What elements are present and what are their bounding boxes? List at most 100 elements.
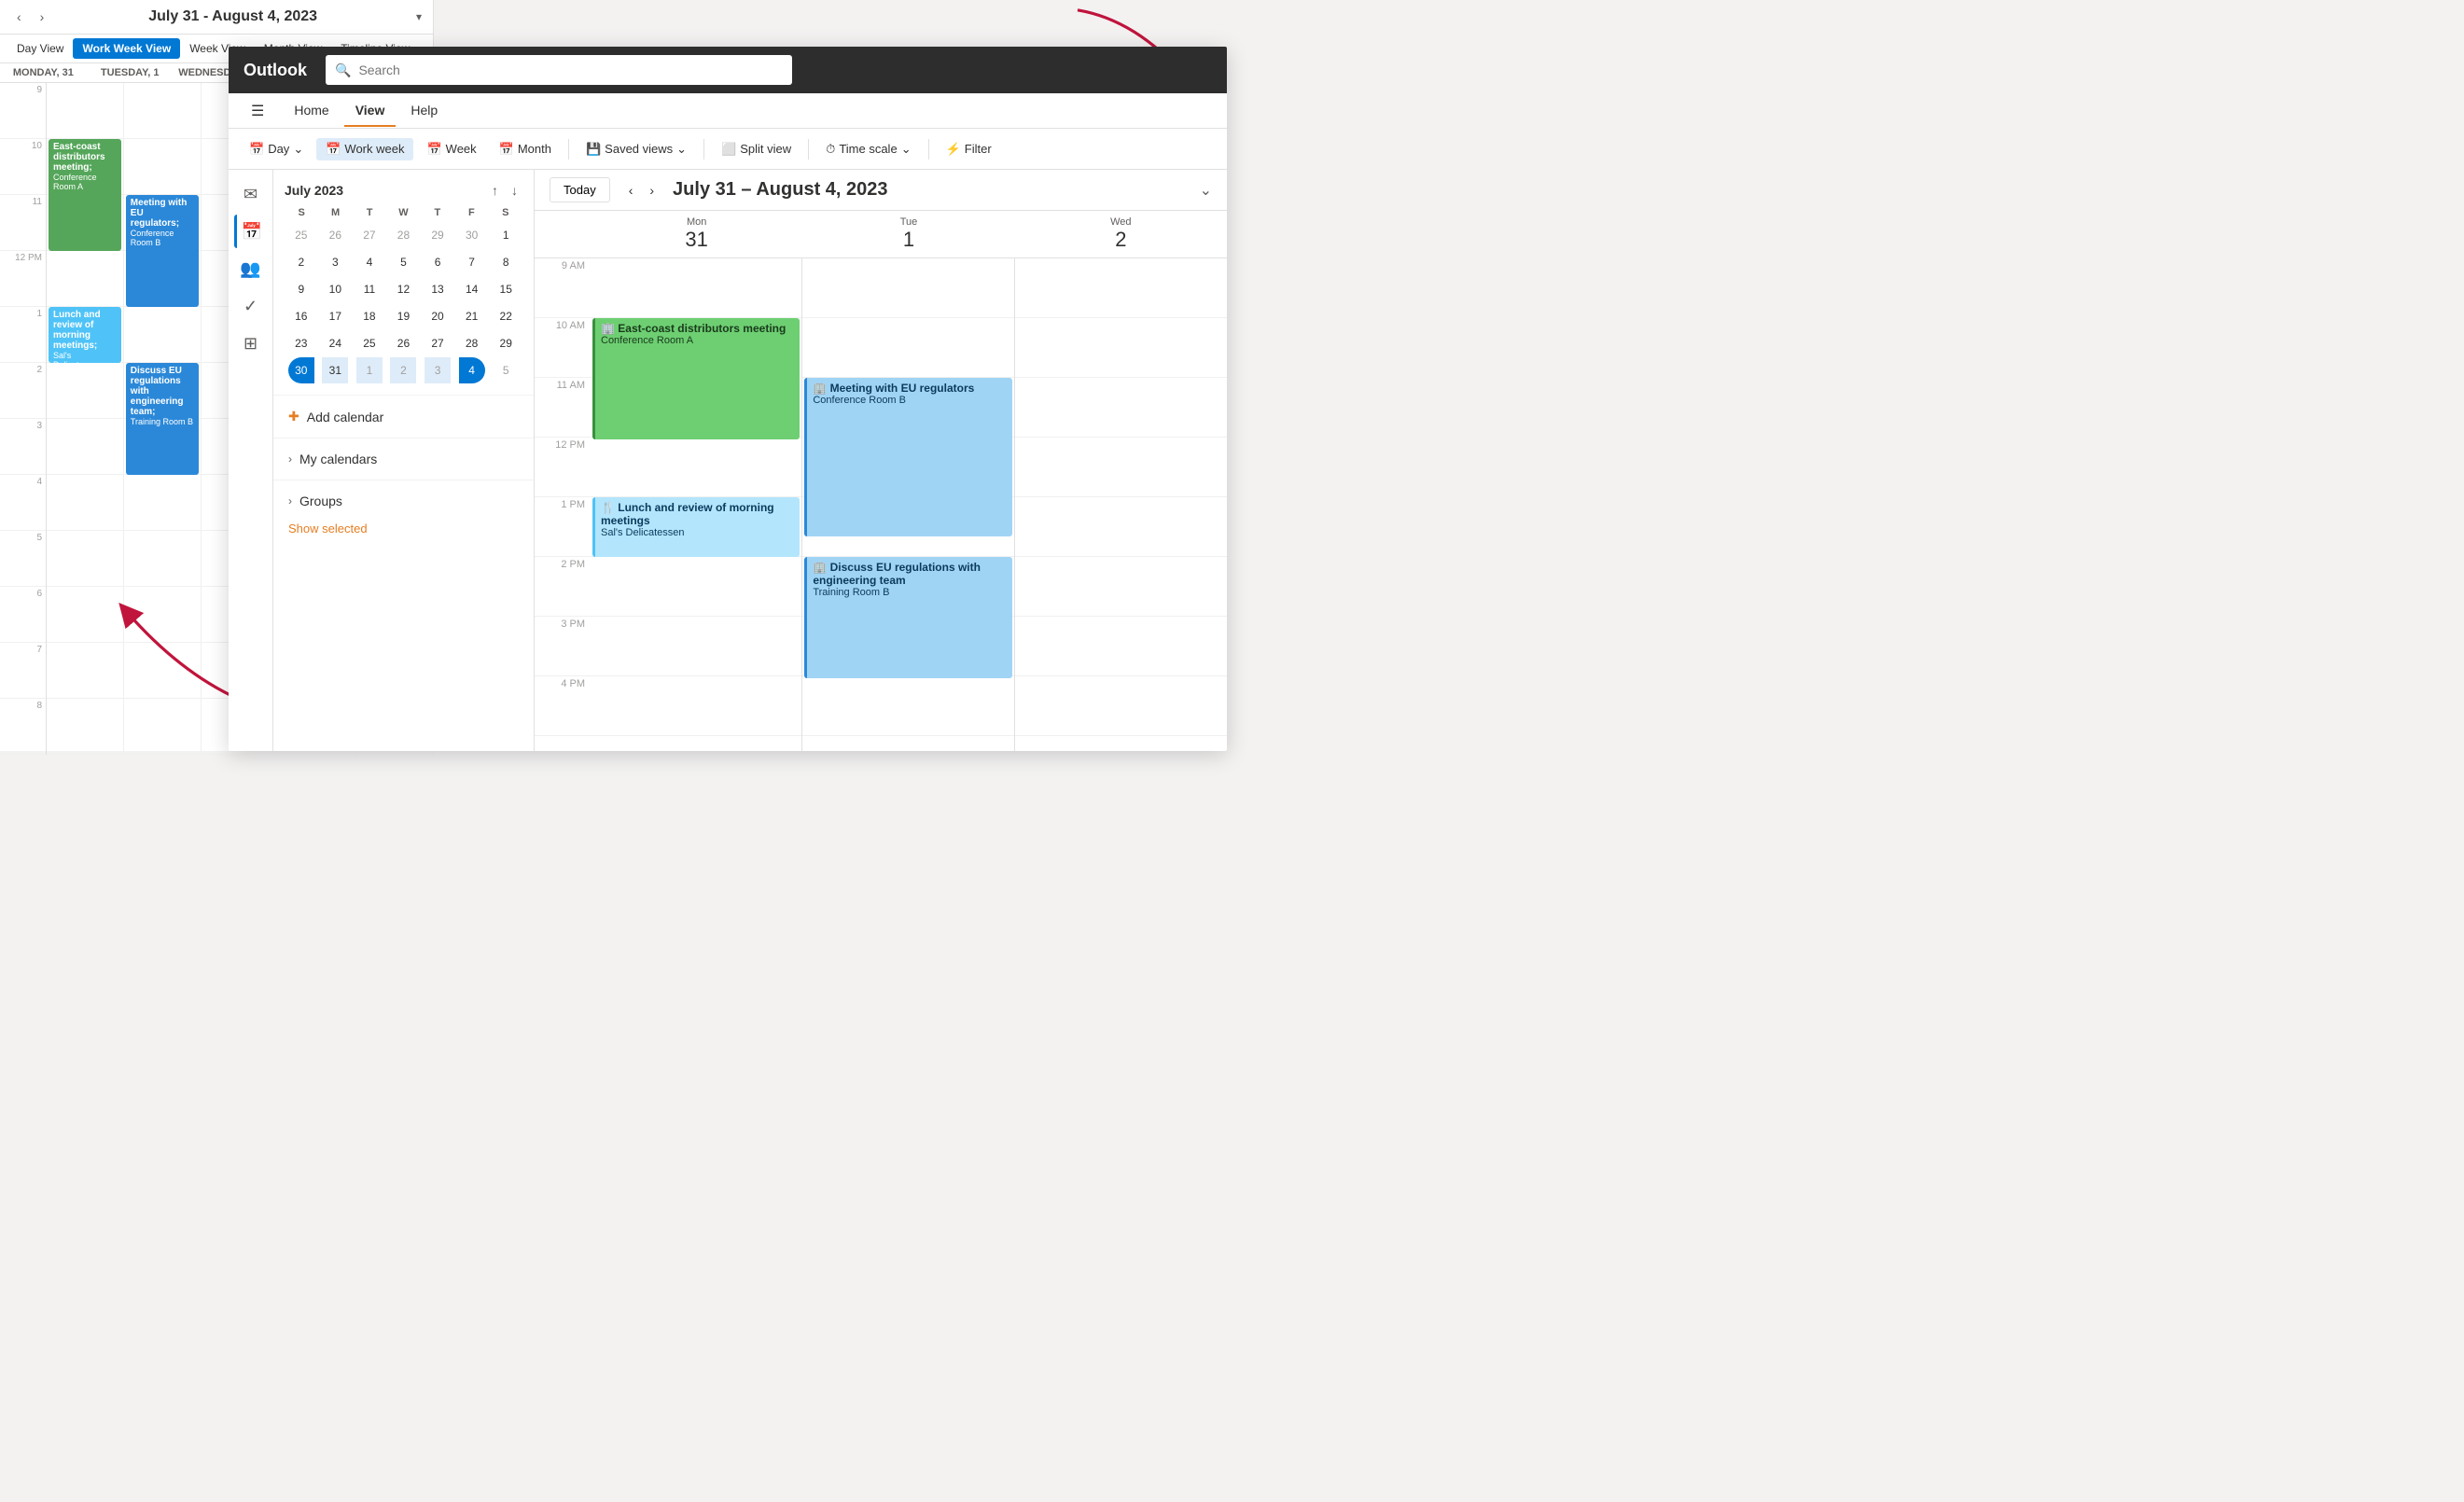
mini-day[interactable]: 26 (322, 222, 348, 248)
mini-day[interactable]: 21 (459, 303, 485, 329)
mini-day[interactable]: 11 (356, 276, 383, 302)
hamburger-button[interactable]: ☰ (244, 98, 271, 124)
mini-day[interactable]: 18 (356, 303, 383, 329)
cal-date-dropdown-icon[interactable]: ⌄ (1200, 181, 1212, 200)
mini-day-range-end[interactable]: 4 (459, 357, 485, 383)
today-button[interactable]: Today (550, 177, 610, 202)
search-input[interactable] (358, 63, 783, 77)
calendar-icon: 📅 (249, 142, 264, 157)
mini-day[interactable]: 2 (288, 249, 314, 275)
cal-event-eu-engineering[interactable]: 🏢 Discuss EU regulations with engineerin… (804, 557, 1011, 678)
mini-day[interactable]: 17 (322, 303, 348, 329)
bg-cal-dropdown-icon[interactable]: ▾ (416, 10, 422, 23)
bg-event-lunch[interactable]: Lunch and review of morning meetings; Sa… (49, 307, 121, 363)
mini-day[interactable]: 6 (425, 249, 451, 275)
mini-day[interactable]: 30 (459, 222, 485, 248)
mini-day-aug2[interactable]: 2 (390, 357, 416, 383)
splitview-icon: ⬜ (721, 142, 736, 157)
cal-event-lunch[interactable]: 🍴 Lunch and review of morning meetings S… (592, 497, 800, 557)
mini-day[interactable]: 8 (493, 249, 519, 275)
sidebar-icon-people[interactable]: 👥 (234, 252, 268, 285)
bg-event-eu-engineering[interactable]: Discuss EU regulations with engineering … (126, 363, 199, 475)
cal-day-header-tue: Tue 1 (802, 211, 1014, 257)
cal-prev-btn[interactable]: ‹ (621, 179, 641, 202)
mini-cal-nav[interactable]: ↑ ↓ (487, 181, 522, 200)
tab-work-week-view[interactable]: Work Week View (73, 38, 180, 59)
mini-day[interactable]: 3 (322, 249, 348, 275)
mini-day[interactable]: 16 (288, 303, 314, 329)
mini-day[interactable]: 7 (459, 249, 485, 275)
mini-day[interactable]: 14 (459, 276, 485, 302)
mini-day[interactable]: 26 (390, 330, 416, 356)
bg-event-distributors[interactable]: East-coast distributors meeting; Confere… (49, 139, 121, 251)
mini-day[interactable]: 20 (425, 303, 451, 329)
my-calendars-expand[interactable]: › My calendars (285, 446, 522, 472)
sidebar-icon-calendar[interactable]: 📅 (234, 215, 268, 248)
toolbar-week-btn[interactable]: 📅 Week (417, 138, 485, 160)
mini-cal-up[interactable]: ↑ (487, 181, 503, 200)
mini-day[interactable]: 10 (322, 276, 348, 302)
mini-day-aug3[interactable]: 3 (425, 357, 451, 383)
mini-day[interactable]: 28 (459, 330, 485, 356)
sidebar-icon-apps[interactable]: ⊞ (234, 327, 268, 360)
toolbar-month-btn[interactable]: 📅 Month (490, 138, 561, 160)
cal-event-eu-regulators[interactable]: 🏢 Meeting with EU regulators Conference … (804, 378, 1011, 536)
mini-day[interactable]: 9 (288, 276, 314, 302)
mini-day-range-start[interactable]: 30 (288, 357, 314, 383)
bg-event-eu-regulators[interactable]: Meeting with EU regulators; Conference R… (126, 195, 199, 307)
mini-day[interactable]: 5 (493, 357, 519, 383)
sidebar-icon-mail[interactable]: ✉ (234, 177, 268, 211)
cal-grid: 9 AM 10 AM 11 AM 12 PM 1 PM 2 PM 3 PM 4 … (535, 258, 1227, 751)
mini-day[interactable]: 28 (390, 222, 416, 248)
search-bar[interactable]: 🔍 (326, 55, 792, 85)
mini-day-31[interactable]: 31 (322, 357, 348, 383)
mini-day[interactable]: 27 (425, 330, 451, 356)
add-calendar-item[interactable]: ✚ Add calendar (285, 403, 522, 430)
mini-cal-down[interactable]: ↓ (507, 181, 522, 200)
mini-day[interactable]: 1 (493, 222, 519, 248)
prev-btn[interactable]: ‹ (11, 7, 27, 26)
bg-cal-header: ‹ › July 31 - August 4, 2023 ▾ (0, 0, 433, 35)
mini-day[interactable]: 22 (493, 303, 519, 329)
cal-event-distributors[interactable]: 🏢 East-coast distributors meeting Confer… (592, 318, 800, 439)
toolbar-workweek-btn[interactable]: 📅 Work week (316, 138, 413, 160)
nav-help[interactable]: Help (399, 95, 449, 127)
mini-day[interactable]: 4 (356, 249, 383, 275)
nav-view[interactable]: View (344, 95, 397, 127)
mini-day[interactable]: 24 (322, 330, 348, 356)
mini-day[interactable]: 25 (356, 330, 383, 356)
toolbar-divider-2 (703, 139, 704, 160)
mini-cal-header: July 2023 ↑ ↓ (285, 181, 522, 200)
sidebar-icon-tasks[interactable]: ✓ (234, 289, 268, 323)
tab-day-view[interactable]: Day View (7, 38, 73, 59)
mini-day[interactable]: 19 (390, 303, 416, 329)
bg-cal-nav[interactable]: ‹ › (11, 7, 49, 26)
groups-expand[interactable]: › Groups (285, 488, 522, 514)
mini-day[interactable]: 25 (288, 222, 314, 248)
toolbar-splitview-btn[interactable]: ⬜ Split view (712, 138, 800, 160)
mini-day[interactable]: 29 (493, 330, 519, 356)
next-btn[interactable]: › (35, 7, 50, 26)
cal-time-header-spacer (535, 211, 591, 257)
chevron-down-icon-2: ⌄ (676, 142, 687, 157)
toolbar-timescale-btn[interactable]: ⏱ Time scale ⌄ (816, 138, 920, 160)
toolbar-savedviews-btn[interactable]: 💾 Saved views ⌄ (577, 138, 696, 160)
mini-day[interactable]: 23 (288, 330, 314, 356)
mini-day-aug1[interactable]: 1 (356, 357, 383, 383)
mini-day[interactable]: 12 (390, 276, 416, 302)
bg-cal-title: July 31 - August 4, 2023 (148, 8, 317, 25)
chevron-right-icon: › (288, 452, 292, 466)
cal-next-btn[interactable]: › (642, 179, 661, 202)
nav-home[interactable]: Home (283, 95, 340, 127)
mini-day[interactable]: 29 (425, 222, 451, 248)
mini-day[interactable]: 13 (425, 276, 451, 302)
cal-nav-row: Today ‹ › July 31 – August 4, 2023 ⌄ (535, 170, 1227, 211)
mini-day[interactable]: 5 (390, 249, 416, 275)
toolbar-day-btn[interactable]: 📅 Day ⌄ (240, 138, 313, 160)
mini-cal-title[interactable]: July 2023 (285, 183, 343, 198)
add-calendar-icon: ✚ (288, 409, 299, 424)
mini-day[interactable]: 15 (493, 276, 519, 302)
mini-day[interactable]: 27 (356, 222, 383, 248)
toolbar-filter-btn[interactable]: ⚡ Filter (937, 138, 1001, 160)
show-selected-link[interactable]: Show selected (285, 514, 522, 539)
